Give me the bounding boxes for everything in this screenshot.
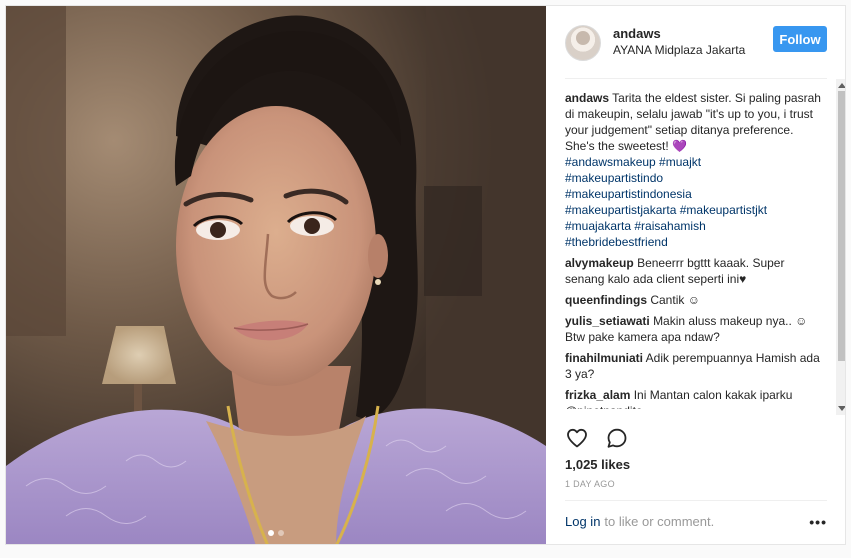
likes-count[interactable]: 1,025 likes bbox=[565, 457, 630, 472]
scroll-down-arrow-icon[interactable] bbox=[838, 406, 845, 411]
hashtag-line[interactable]: #makeupartistjakarta #makeupartistjkt bbox=[565, 202, 825, 218]
scroll-up-arrow-icon[interactable] bbox=[838, 83, 845, 88]
comments-list[interactable]: andaws Tarita the eldest sister. Si pali… bbox=[565, 90, 825, 409]
post-timestamp: 1 DAY AGO bbox=[565, 479, 615, 489]
hashtag-line[interactable]: #makeupartistindo bbox=[565, 170, 825, 186]
hashtag-line[interactable]: #andawsmakeup #muajkt bbox=[565, 154, 825, 170]
hashtag-line[interactable]: #thebridebestfriend bbox=[565, 234, 825, 250]
login-link[interactable]: Log in bbox=[565, 514, 600, 529]
caption: andaws Tarita the eldest sister. Si pali… bbox=[565, 90, 825, 250]
post-photo[interactable] bbox=[6, 6, 546, 544]
portrait-illustration bbox=[6, 6, 546, 544]
comment-text: Cantik ☺ bbox=[650, 293, 700, 307]
carousel-indicator bbox=[6, 530, 546, 536]
post-frame: andaws AYANA Midplaza Jakarta Follow and… bbox=[5, 5, 846, 545]
divider bbox=[565, 78, 827, 79]
post-header: andaws AYANA Midplaza Jakarta Follow bbox=[565, 18, 827, 68]
more-options-icon[interactable]: ••• bbox=[809, 515, 827, 529]
hashtag-line[interactable]: #makeupartistindonesia bbox=[565, 186, 825, 202]
comment-icon[interactable] bbox=[605, 426, 629, 450]
avatar[interactable] bbox=[565, 25, 601, 61]
hashtag-line[interactable]: #muajakarta #raisahamish bbox=[565, 218, 825, 234]
comment-username[interactable]: yulis_setiawati bbox=[565, 314, 650, 328]
comment-item: frizka_alam Ini Mantan calon kakak ipark… bbox=[565, 387, 825, 409]
scroll-thumb[interactable] bbox=[838, 91, 845, 361]
login-prompt: Log in to like or comment. ••• bbox=[565, 514, 827, 529]
carousel-dot-active bbox=[268, 530, 274, 536]
heart-icon[interactable] bbox=[565, 426, 589, 450]
comment-username[interactable]: queenfindings bbox=[565, 293, 647, 307]
divider bbox=[565, 500, 827, 501]
comment-username[interactable]: finahilmuniati bbox=[565, 351, 643, 365]
follow-button[interactable]: Follow bbox=[773, 26, 827, 52]
location-link[interactable]: AYANA Midplaza Jakarta bbox=[613, 42, 773, 58]
action-bar bbox=[565, 424, 629, 452]
carousel-dot bbox=[278, 530, 284, 536]
comment-item: queenfindings Cantik ☺ bbox=[565, 292, 825, 308]
header-username[interactable]: andaws bbox=[613, 26, 773, 42]
comment-item: finahilmuniati Adik perempuannya Hamish … bbox=[565, 350, 825, 382]
header-text: andaws AYANA Midplaza Jakarta bbox=[613, 26, 773, 58]
comment-username[interactable]: frizka_alam bbox=[565, 388, 630, 402]
caption-username[interactable]: andaws bbox=[565, 91, 609, 105]
post-side-panel: andaws AYANA Midplaza Jakarta Follow and… bbox=[546, 6, 845, 544]
comments-scrollbar[interactable] bbox=[836, 79, 845, 415]
comment-item: alvymakeup Beneerrr bgttt kaaak. Super s… bbox=[565, 255, 825, 287]
comment-username[interactable]: alvymakeup bbox=[565, 256, 634, 270]
comment-item: yulis_setiawati Makin aluss makeup nya..… bbox=[565, 313, 825, 345]
login-prompt-text: to like or comment. bbox=[604, 514, 715, 529]
